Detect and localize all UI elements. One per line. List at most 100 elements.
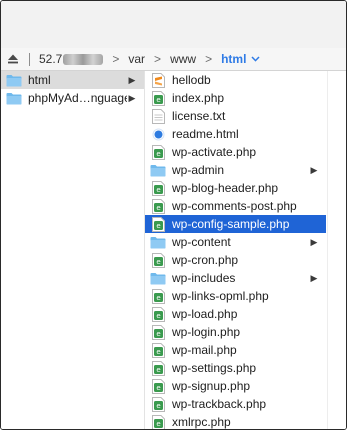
- item-label: license.txt: [172, 109, 226, 123]
- item-label: wp-includes: [172, 271, 236, 285]
- eject-icon[interactable]: [7, 53, 19, 65]
- php-file-icon: e: [150, 90, 166, 106]
- chevron-right-icon: >: [112, 52, 120, 66]
- item-label: wp-admin: [172, 163, 225, 177]
- disclosure-arrow-icon: ▶: [310, 272, 318, 283]
- php-file-icon: e: [150, 252, 166, 268]
- php-file-icon: e: [150, 306, 166, 322]
- folder-row[interactable]: wp-includes ▶: [145, 269, 326, 287]
- file-row[interactable]: license.txt: [145, 107, 326, 125]
- window-toolbar: [1, 1, 346, 49]
- breadcrumb-host[interactable]: 52.7: [39, 52, 104, 66]
- file-row[interactable]: e xmlrpc.php: [145, 413, 326, 429]
- file-row[interactable]: e wp-comments-post.php: [145, 197, 326, 215]
- svg-text:e: e: [156, 96, 160, 104]
- file-row[interactable]: e index.php: [145, 89, 326, 107]
- breadcrumb-var[interactable]: var: [128, 52, 145, 66]
- svg-text:e: e: [156, 204, 160, 212]
- file-row[interactable]: e wp-login.php: [145, 323, 326, 341]
- item-label: wp-comments-post.php: [172, 199, 297, 213]
- svg-text:e: e: [156, 420, 160, 428]
- file-row[interactable]: e wp-mail.php: [145, 341, 326, 359]
- file-row[interactable]: e wp-blog-header.php: [145, 179, 326, 197]
- html-file-icon: [150, 127, 166, 141]
- item-label: wp-mail.php: [172, 343, 237, 357]
- php-file-icon: e: [150, 198, 166, 214]
- column-contents: hellodb e index.php license.txt readme.html e…: [145, 71, 326, 429]
- svg-text:e: e: [156, 402, 160, 410]
- folder-icon: [6, 73, 22, 87]
- svg-text:e: e: [156, 186, 160, 194]
- chevron-right-icon: >: [154, 52, 162, 66]
- text-file-icon: [150, 108, 166, 124]
- item-label: html: [28, 73, 51, 87]
- folder-row[interactable]: html ▶: [1, 71, 144, 89]
- item-label: wp-login.php: [172, 325, 241, 339]
- php-file-icon: e: [150, 342, 166, 358]
- path-separator: [29, 52, 30, 66]
- chevron-right-icon: >: [205, 52, 213, 66]
- folder-row[interactable]: wp-content ▶: [145, 233, 326, 251]
- php-file-icon: e: [150, 288, 166, 304]
- file-row[interactable]: e wp-settings.php: [145, 359, 326, 377]
- php-file-icon: e: [150, 144, 166, 160]
- svg-text:e: e: [156, 150, 160, 158]
- item-label: wp-activate.php: [172, 145, 257, 159]
- chevron-down-icon[interactable]: [251, 56, 260, 62]
- file-row[interactable]: e wp-activate.php: [145, 143, 326, 161]
- item-label: phpMyAd…nguages: [28, 91, 127, 105]
- item-label: xmlrpc.php: [172, 415, 231, 429]
- item-label: wp-settings.php: [172, 361, 257, 375]
- file-row[interactable]: hellodb: [145, 71, 326, 89]
- redacted-address: [63, 53, 104, 65]
- svg-text:e: e: [156, 384, 160, 392]
- disclosure-arrow-icon: ▶: [310, 164, 318, 175]
- folder-icon: [6, 91, 22, 105]
- file-row[interactable]: e wp-cron.php: [145, 251, 326, 269]
- breadcrumb-www[interactable]: www: [170, 52, 196, 66]
- php-file-icon: e: [150, 414, 166, 429]
- disclosure-arrow-icon: ▶: [128, 74, 136, 85]
- finder-window: 52.7 > var > www > html html ▶ phpMyAd…ngu…: [0, 0, 347, 430]
- svg-text:e: e: [156, 348, 160, 356]
- php-file-icon: e: [150, 216, 166, 232]
- column-parent: html ▶ phpMyAd…nguages ▶: [1, 71, 145, 429]
- svg-text:e: e: [156, 366, 160, 374]
- folder-icon: [150, 163, 166, 177]
- disclosure-arrow-icon: ▶: [310, 236, 318, 247]
- php-file-icon: e: [150, 378, 166, 394]
- file-row[interactable]: e wp-trackback.php: [145, 395, 326, 413]
- item-label: index.php: [172, 91, 225, 105]
- php-file-icon: e: [150, 324, 166, 340]
- svg-text:e: e: [156, 312, 160, 320]
- file-row[interactable]: readme.html: [145, 125, 326, 143]
- item-label: wp-config-sample.php: [172, 217, 290, 231]
- svg-text:e: e: [156, 330, 160, 338]
- file-row[interactable]: e wp-config-sample.php: [145, 215, 326, 233]
- path-bar: 52.7 > var > www > html: [1, 48, 346, 71]
- item-label: wp-blog-header.php: [172, 181, 279, 195]
- item-label: wp-trackback.php: [172, 397, 267, 411]
- folder-row[interactable]: wp-admin ▶: [145, 161, 326, 179]
- svg-text:e: e: [156, 294, 160, 302]
- folder-icon: [150, 271, 166, 285]
- item-label: wp-content: [172, 235, 231, 249]
- sublime-file-icon: [150, 72, 166, 88]
- php-file-icon: e: [150, 396, 166, 412]
- file-row[interactable]: e wp-signup.php: [145, 377, 326, 395]
- item-label: hellodb: [172, 73, 211, 87]
- file-row[interactable]: e wp-links-opml.php: [145, 287, 326, 305]
- svg-text:e: e: [156, 222, 160, 230]
- item-label: wp-cron.php: [172, 253, 239, 267]
- php-file-icon: e: [150, 180, 166, 196]
- svg-text:e: e: [156, 258, 160, 266]
- item-label: wp-links-opml.php: [172, 289, 269, 303]
- item-label: wp-load.php: [172, 307, 238, 321]
- php-file-icon: e: [150, 360, 166, 376]
- file-row[interactable]: e wp-load.php: [145, 305, 326, 323]
- column-empty: [327, 71, 346, 429]
- folder-icon: [150, 235, 166, 249]
- item-label: readme.html: [172, 127, 239, 141]
- folder-row[interactable]: phpMyAd…nguages ▶: [1, 89, 144, 107]
- breadcrumb-current[interactable]: html: [221, 52, 260, 66]
